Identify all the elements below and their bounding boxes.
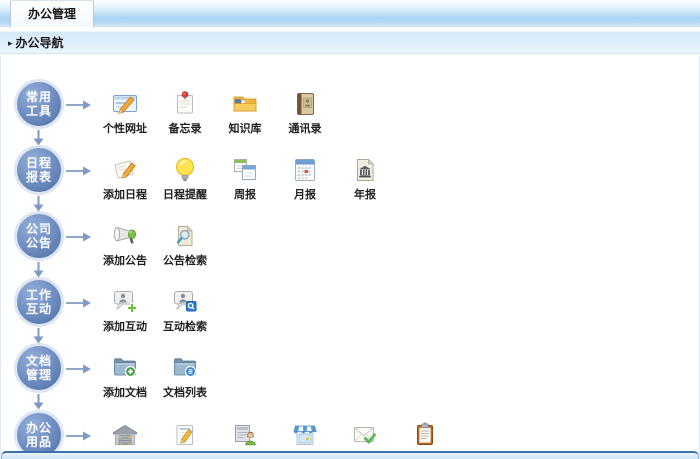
nav-items: 添加互动互动检索: [95, 269, 215, 334]
nav-item-label: 日程提醒: [163, 186, 207, 202]
tab-office-management[interactable]: 办公管理: [10, 0, 94, 27]
collapsed-panel-bar[interactable]: [1, 451, 699, 459]
nav-item[interactable]: 月报: [275, 137, 335, 202]
category-label: 公司: [26, 222, 52, 236]
nav-item[interactable]: 添加日程: [95, 137, 155, 202]
category-label: 公告: [26, 236, 52, 250]
supplies-inbound-icon: [111, 421, 139, 449]
category-label: 报表: [26, 170, 52, 184]
announcement-search-icon: [171, 222, 199, 250]
category-label: 日程: [26, 156, 52, 170]
down-arrow-icon: [32, 196, 45, 212]
document-list-icon: [171, 354, 199, 382]
right-arrow-icon: [65, 362, 92, 374]
nav-item[interactable]: 文档列表: [155, 335, 215, 400]
category-circle[interactable]: 常用工具: [14, 79, 64, 129]
supplies-approve-icon: [231, 421, 259, 449]
nav-item[interactable]: 备忘录: [155, 71, 215, 136]
nav-section-header[interactable]: ▸办公导航: [0, 31, 700, 54]
nav-item-label: 月报: [294, 186, 316, 202]
right-arrow-icon: [65, 98, 92, 110]
schedule-reminder-icon: [171, 156, 199, 184]
nav-row: 文档管理添加文档文档列表: [1, 335, 699, 401]
nav-item[interactable]: 日程提醒: [155, 137, 215, 202]
nav-item-label: 添加互动: [103, 318, 147, 334]
category-circle[interactable]: 日程报表: [14, 145, 64, 195]
right-arrow-icon: [65, 296, 92, 308]
nav-item[interactable]: 年报: [335, 137, 395, 202]
nav-items: 添加日程日程提醒 周报 月报 年报: [95, 137, 395, 202]
add-schedule-icon: [111, 156, 139, 184]
contacts-icon: [291, 90, 319, 118]
nav-item[interactable]: 知识库: [215, 71, 275, 136]
category-label: 工作: [26, 288, 52, 302]
nav-item-label: 备忘录: [169, 120, 202, 136]
down-arrow-icon: [32, 130, 45, 146]
section-bullet-icon: ▸: [8, 38, 13, 48]
supplies-return-icon: [291, 421, 319, 449]
down-arrow-icon: [32, 262, 45, 278]
nav-item-label: 公告检索: [163, 252, 207, 268]
nav-row: 日程报表添加日程日程提醒 周报 月报 年报: [1, 137, 699, 203]
knowledge-base-icon: [231, 90, 259, 118]
nav-content: 常用工具个性网址备忘录知识库通讯录日程报表添加日程日程提醒周报月报年报公司公告添…: [0, 56, 700, 459]
add-announcement-icon: [111, 222, 139, 250]
nav-items: 个性网址 备忘录 知识库 通讯录: [95, 71, 335, 136]
nav-item-label: 通讯录: [289, 120, 322, 136]
right-arrow-icon: [65, 230, 92, 242]
nav-item[interactable]: 通讯录: [275, 71, 335, 136]
nav-item[interactable]: 个性网址: [95, 71, 155, 136]
nav-row: 常用工具个性网址 备忘录 知识库 通讯录: [1, 71, 699, 137]
nav-items: 添加文档文档列表: [95, 335, 215, 400]
memo-icon: [171, 90, 199, 118]
tab-bar: 办公管理: [0, 0, 700, 27]
nav-item-label: 互动检索: [163, 318, 207, 334]
category-label: 工具: [26, 104, 52, 118]
section-title: 办公导航: [16, 36, 64, 50]
add-document-icon: [111, 354, 139, 382]
nav-item[interactable]: 周报: [215, 137, 275, 202]
interaction-search-icon: [171, 288, 199, 316]
nav-item-label: 添加文档: [103, 384, 147, 400]
return-confirm-icon: [351, 421, 379, 449]
nav-item[interactable]: 公告检索: [155, 203, 215, 268]
nav-item-label: 知识库: [229, 120, 262, 136]
personal-url-icon: [111, 90, 139, 118]
nav-item-label: 文档列表: [163, 384, 207, 400]
nav-item[interactable]: 添加公告: [95, 203, 155, 268]
annual-report-icon: [351, 156, 379, 184]
category-label: 办公: [26, 421, 52, 435]
supplies-check-icon: [411, 421, 439, 449]
category-label: 文档: [26, 354, 52, 368]
right-arrow-icon: [65, 429, 92, 441]
nav-item[interactable]: 添加互动: [95, 269, 155, 334]
category-label: 用品: [26, 435, 52, 449]
nav-item-label: 年报: [354, 186, 376, 202]
category-label: 互动: [26, 302, 52, 316]
nav-item-label: 周报: [234, 186, 256, 202]
nav-item-label: 添加日程: [103, 186, 147, 202]
nav-row: 工作互动添加互动互动检索: [1, 269, 699, 335]
down-arrow-icon: [32, 328, 45, 344]
category-label: 常用: [26, 90, 52, 104]
weekly-report-icon: [231, 156, 259, 184]
supplies-apply-icon: [171, 421, 199, 449]
category-label: 管理: [26, 368, 52, 382]
right-arrow-icon: [65, 164, 92, 176]
add-interaction-icon: [111, 288, 139, 316]
nav-row: 公司公告添加公告公告检索: [1, 203, 699, 269]
monthly-report-icon: [291, 156, 319, 184]
nav-items: 添加公告公告检索: [95, 203, 215, 268]
nav-item-label: 个性网址: [103, 120, 147, 136]
category-circle[interactable]: 工作互动: [14, 277, 64, 327]
office-management-screen: 办公管理 ▸办公导航 常用工具个性网址备忘录知识库通讯录日程报表添加日程日程提醒…: [0, 0, 700, 459]
down-arrow-icon: [32, 394, 45, 410]
nav-item-label: 添加公告: [103, 252, 147, 268]
nav-item[interactable]: 互动检索: [155, 269, 215, 334]
category-circle[interactable]: 公司公告: [14, 211, 64, 261]
nav-item[interactable]: 添加文档: [95, 335, 155, 400]
category-circle[interactable]: 文档管理: [14, 343, 64, 393]
